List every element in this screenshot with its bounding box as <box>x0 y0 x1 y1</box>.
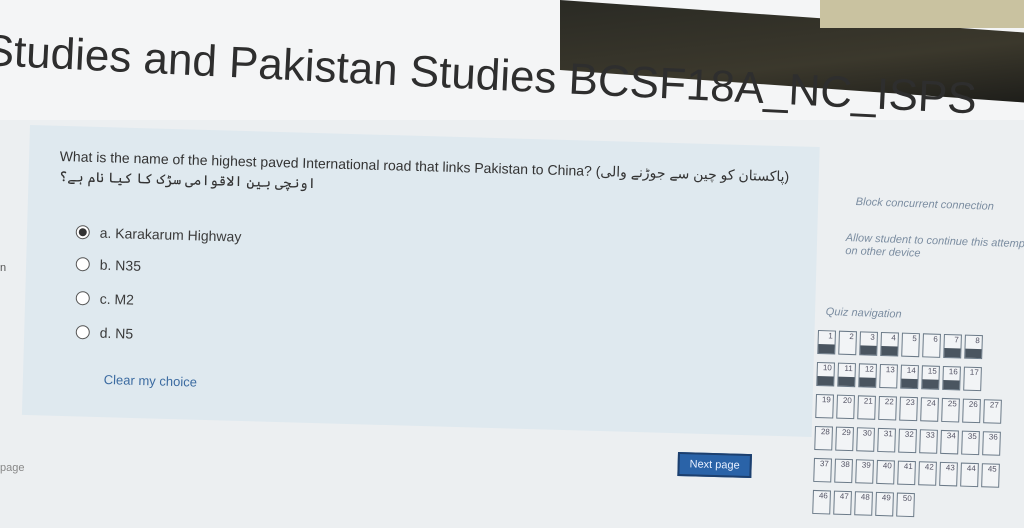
question-nav-button[interactable]: 34 <box>940 429 959 455</box>
question-nav-button[interactable]: 17 <box>963 366 982 392</box>
question-nav-button[interactable]: 35 <box>961 430 980 456</box>
question-nav-button[interactable]: 44 <box>960 462 979 488</box>
question-nav-button[interactable]: 10 <box>816 361 835 387</box>
nav-row: 10 11 12 13 14 15 16 17 <box>816 361 1003 392</box>
question-nav-button[interactable]: 40 <box>876 459 895 485</box>
next-page-button[interactable]: Next page <box>677 452 752 479</box>
question-nav-button[interactable]: 22 <box>878 395 897 421</box>
question-nav-button[interactable]: 12 <box>858 363 877 388</box>
question-nav-button[interactable]: 14 <box>900 364 919 390</box>
question-nav-button[interactable]: 30 <box>856 427 875 452</box>
option-label: b. N35 <box>99 256 142 274</box>
nav-row: 28 29 30 31 32 33 34 35 36 <box>814 425 1001 456</box>
question-nav-button[interactable]: 6 <box>922 333 941 358</box>
quiz-navigation-grid: 1 2 3 4 5 6 7 8 10 11 12 13 14 15 16 17 … <box>812 330 1004 528</box>
question-nav-button[interactable]: 20 <box>836 394 855 420</box>
question-nav-button[interactable]: 31 <box>877 427 896 453</box>
radio-icon[interactable] <box>75 256 90 272</box>
question-nav-button[interactable]: 3 <box>859 331 878 356</box>
allow-continue-text: Allow student to continue this attempt o… <box>845 232 1024 260</box>
question-nav-button[interactable]: 47 <box>833 490 852 516</box>
nav-row: 46 47 48 49 50 <box>812 489 999 520</box>
question-nav-button[interactable]: 19 <box>815 393 834 419</box>
question-nav-button[interactable]: 43 <box>939 461 958 487</box>
question-nav-button[interactable]: 7 <box>943 333 962 359</box>
option-label: d. N5 <box>99 324 134 342</box>
next-page-label: Next page <box>689 458 740 472</box>
question-nav-button[interactable]: 26 <box>962 398 981 424</box>
question-nav-button[interactable]: 4 <box>880 331 899 357</box>
question-nav-button[interactable]: 15 <box>921 365 940 390</box>
question-nav-button[interactable]: 38 <box>834 458 853 484</box>
question-nav-button[interactable]: 49 <box>875 491 894 517</box>
question-nav-button[interactable]: 21 <box>857 395 876 420</box>
radio-selected-icon[interactable] <box>75 224 90 240</box>
nav-row: 37 38 39 40 41 42 43 44 45 <box>813 457 1000 488</box>
option-d[interactable]: d. N5 <box>75 324 134 342</box>
question-nav-button[interactable]: 37 <box>813 457 832 483</box>
question-nav-button[interactable]: 23 <box>899 396 918 422</box>
nav-row: 19 20 21 22 23 24 25 26 27 <box>815 393 1002 424</box>
question-nav-button[interactable]: 8 <box>964 334 983 360</box>
question-nav-button[interactable]: 29 <box>835 426 854 452</box>
background-panel <box>820 0 1024 28</box>
question-nav-button[interactable]: 25 <box>941 397 960 423</box>
radio-icon[interactable] <box>75 290 90 306</box>
quiz-navigation-title: Quiz navigation <box>825 306 902 321</box>
question-nav-button[interactable]: 32 <box>898 428 917 454</box>
question-nav-button[interactable]: 1 <box>817 330 836 355</box>
question-nav-button[interactable]: 42 <box>918 461 937 486</box>
block-connection-text: Block concurrent connection <box>855 196 995 213</box>
question-nav-button[interactable]: 28 <box>814 425 833 451</box>
question-nav-button[interactable]: 46 <box>812 489 831 515</box>
question-nav-button[interactable]: 36 <box>982 431 1001 456</box>
option-c[interactable]: c. M2 <box>75 290 135 308</box>
question-nav-button[interactable]: 45 <box>981 463 1000 488</box>
question-nav-button[interactable]: 50 <box>896 492 915 518</box>
question-nav-button[interactable]: 39 <box>855 459 874 484</box>
question-nav-button[interactable]: 41 <box>897 460 916 486</box>
clear-choice-link[interactable]: Clear my choice <box>104 372 198 390</box>
option-label: c. M2 <box>99 290 135 308</box>
option-b[interactable]: b. N35 <box>75 256 142 274</box>
question-nav-button[interactable]: 27 <box>983 399 1002 424</box>
question-nav-button[interactable]: 48 <box>854 491 873 516</box>
question-nav-button[interactable]: 2 <box>838 330 857 356</box>
radio-icon[interactable] <box>75 324 90 340</box>
question-nav-button[interactable]: 16 <box>942 365 961 391</box>
question-nav-button[interactable]: 13 <box>879 363 898 389</box>
left-edge-mark: n <box>0 262 7 274</box>
question-nav-button[interactable]: 33 <box>919 429 938 454</box>
question-nav-button[interactable]: 5 <box>901 332 920 358</box>
nav-row: 1 2 3 4 5 6 7 8 <box>817 330 1004 360</box>
previous-page-button[interactable]: page <box>0 462 24 474</box>
question-nav-button[interactable]: 11 <box>837 362 856 388</box>
question-nav-button[interactable]: 24 <box>920 397 939 422</box>
